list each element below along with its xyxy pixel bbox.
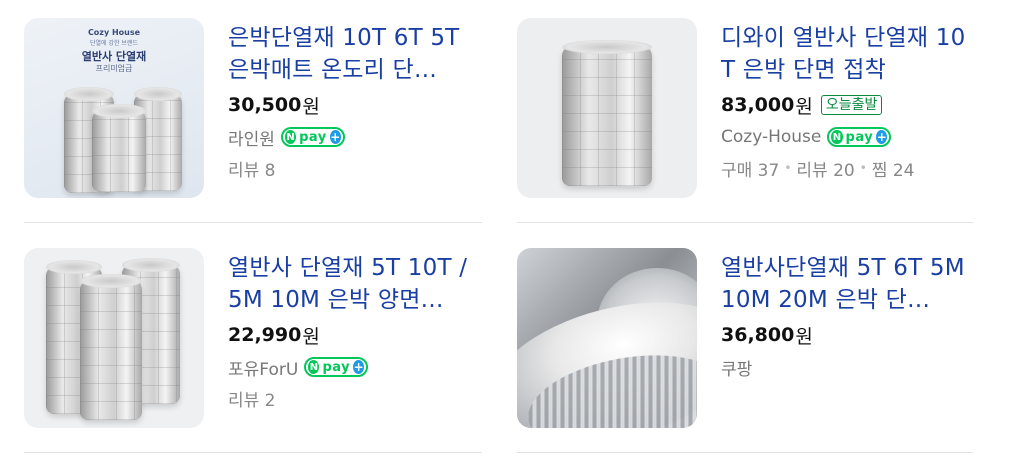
- brand-text: Cozy House: [87, 28, 141, 37]
- product-price: 22,990: [228, 324, 302, 346]
- review-count[interactable]: 리뷰 20: [796, 156, 854, 181]
- foam-roll-photo: [517, 248, 697, 428]
- seller-name[interactable]: 라인원: [228, 125, 275, 150]
- currency-label: 원: [795, 95, 813, 118]
- package-label: 열반사 단열재: [81, 50, 147, 63]
- package-sublabel: 프리미엄급: [95, 64, 133, 73]
- divider: [24, 452, 482, 453]
- shipping-badge: 오늘출발: [820, 95, 883, 115]
- separator-dot: •: [859, 161, 867, 175]
- product-title-link[interactable]: 열반사단열재 5T 6T 5M 10M 20M 은박 단…: [721, 252, 977, 316]
- product-image[interactable]: Cozy House 단열에 강한 브랜드 열반사 단열재 프리미엄급: [24, 18, 204, 198]
- divider: [24, 222, 482, 223]
- product-title-link[interactable]: 디와이 열반사 단열재 10T 은박 단면 접착: [721, 22, 977, 86]
- wishlist-count[interactable]: 찜 24: [872, 156, 915, 181]
- brand-tagline: 단열에 강한 브랜드: [90, 40, 138, 47]
- review-count[interactable]: 리뷰 2: [228, 386, 276, 411]
- separator-dot: •: [784, 161, 792, 175]
- seller-name[interactable]: 쿠팡: [721, 355, 752, 380]
- product-title-link[interactable]: 은박단열재 10T 6T 5T 은박매트 온도리 단…: [228, 22, 484, 86]
- product-image[interactable]: [24, 248, 204, 428]
- product-price: 30,500: [228, 94, 302, 116]
- seller-name[interactable]: 포유ForU: [228, 355, 298, 380]
- currency-label: 원: [302, 325, 320, 348]
- currency-label: 원: [302, 95, 320, 118]
- product-price: 83,000: [721, 94, 795, 116]
- roll-graphic: [562, 40, 652, 186]
- purchase-count: 구매 37: [721, 160, 780, 181]
- review-count[interactable]: 리뷰 8: [228, 156, 276, 181]
- product-card[interactable]: 열반사 단열재 5T 10T / 5M 10M 은박 양면… 22,990 원 포…: [24, 248, 484, 428]
- npay-icon: Npay +: [304, 357, 369, 377]
- product-card[interactable]: Cozy House 단열에 강한 브랜드 열반사 단열재 프리미엄급 은박단열…: [24, 18, 484, 198]
- product-title-link[interactable]: 열반사 단열재 5T 10T / 5M 10M 은박 양면…: [228, 252, 484, 316]
- divider: [517, 222, 973, 223]
- product-card[interactable]: 열반사단열재 5T 6T 5M 10M 20M 은박 단… 36,800 원 쿠팡: [517, 248, 977, 428]
- seller-name[interactable]: Cozy-House: [721, 127, 821, 147]
- roll-graphic: [80, 274, 142, 420]
- roll-graphic: [92, 104, 146, 192]
- currency-label: 원: [795, 325, 813, 348]
- npay-icon: Npay +: [280, 127, 345, 147]
- product-image[interactable]: [517, 248, 697, 428]
- product-price: 36,800: [721, 324, 795, 346]
- product-image[interactable]: [517, 18, 697, 198]
- divider: [517, 452, 973, 453]
- product-card[interactable]: 디와이 열반사 단열재 10T 은박 단면 접착 83,000 원 오늘출발 Co…: [517, 18, 977, 198]
- npay-icon: Npay +: [827, 127, 892, 147]
